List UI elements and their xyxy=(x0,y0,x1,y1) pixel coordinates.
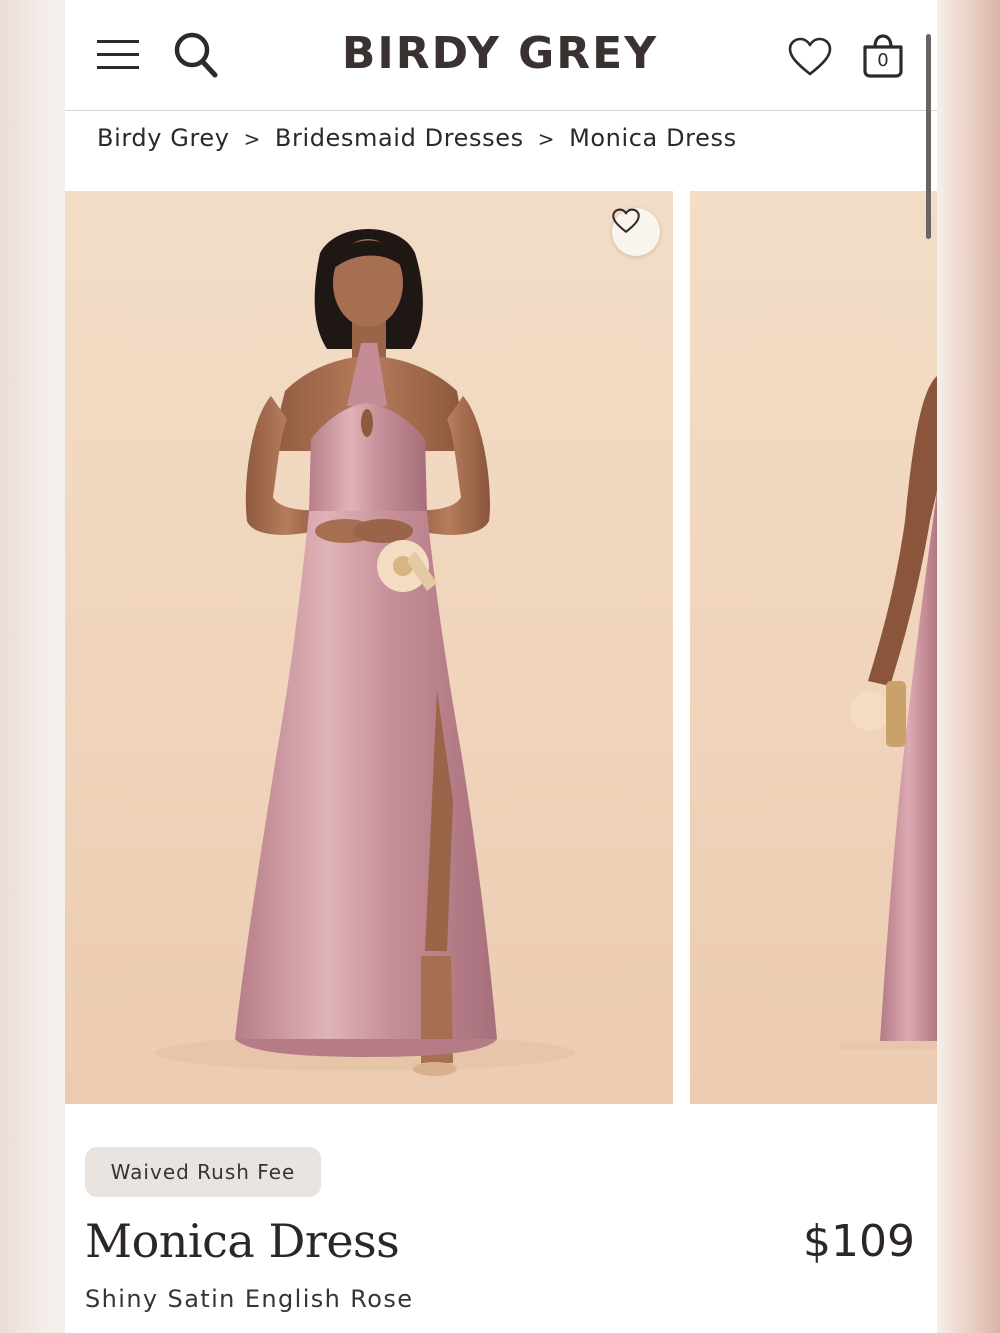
site-header: BIRDY GREY 0 xyxy=(65,0,937,111)
product-price: $109 xyxy=(803,1216,915,1267)
model-illustration xyxy=(155,229,575,1076)
breadcrumb-link-bridesmaid-dresses[interactable]: Bridesmaid Dresses xyxy=(275,124,524,152)
rush-fee-badge: Waived Rush Fee xyxy=(85,1147,321,1197)
mobile-page: BIRDY GREY 0 Birdy Grey > Bridesmaid Dress… xyxy=(65,0,937,1333)
cart-button[interactable]: 0 xyxy=(857,30,909,82)
breadcrumb-separator: > xyxy=(537,127,556,151)
brand-logo[interactable]: BIRDY GREY xyxy=(295,28,705,79)
cart-count: 0 xyxy=(877,50,889,71)
favorite-button[interactable] xyxy=(612,208,660,256)
heart-icon xyxy=(788,37,832,76)
heart-icon xyxy=(612,208,640,233)
wishlist-button[interactable] xyxy=(785,34,835,80)
product-image-side[interactable] xyxy=(690,191,937,1104)
menu-icon xyxy=(97,40,139,69)
scrollbar-thumb[interactable] xyxy=(926,34,931,239)
search-button[interactable] xyxy=(171,30,221,80)
product-variant: Shiny Satin English Rose xyxy=(85,1285,414,1313)
breadcrumb-separator: > xyxy=(243,127,261,151)
model-illustration-partial xyxy=(840,376,937,1049)
product-image-gallery[interactable] xyxy=(65,191,937,1104)
search-icon xyxy=(174,32,218,78)
breadcrumb: Birdy Grey > Bridesmaid Dresses > Monica Dre… xyxy=(97,124,737,152)
product-title: Monica Dress xyxy=(85,1214,400,1268)
breadcrumb-link-home[interactable]: Birdy Grey xyxy=(97,124,230,152)
product-image-front[interactable] xyxy=(65,191,673,1104)
menu-button[interactable] xyxy=(95,34,141,74)
breadcrumb-current-page: Monica Dress xyxy=(569,124,737,152)
